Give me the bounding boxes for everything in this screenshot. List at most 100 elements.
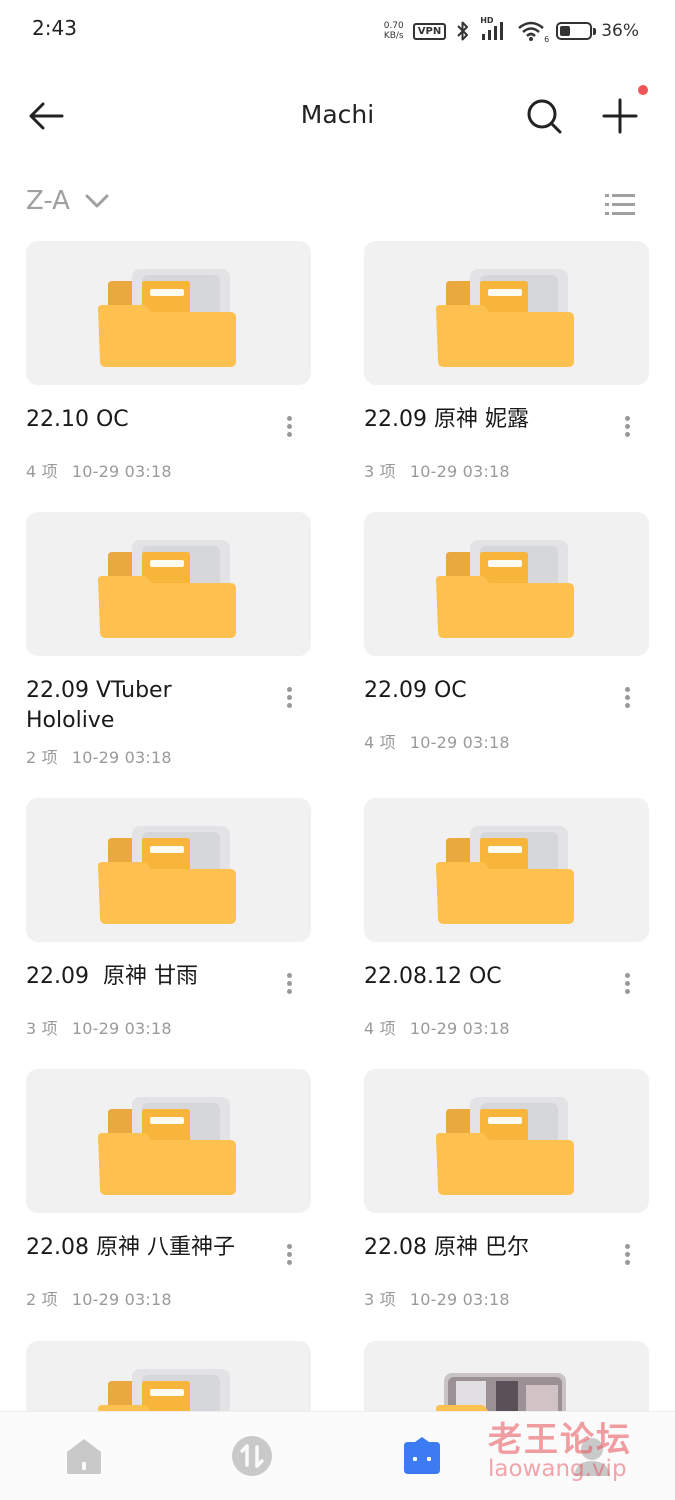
more-vertical-icon — [624, 432, 630, 437]
more-vertical-icon — [624, 424, 630, 429]
add-button[interactable] — [598, 94, 642, 138]
folder-meta: 4 项 10-29 03:18 — [364, 729, 524, 753]
folder-date: 10-29 03:18 — [409, 462, 510, 481]
more-options-button[interactable] — [615, 684, 639, 714]
folder-name: 22.10 OC — [26, 407, 129, 432]
more-vertical-icon — [286, 1244, 292, 1249]
status-time: 2:43 — [32, 16, 77, 40]
folder-item-count: 3 项 — [26, 1019, 58, 1038]
more-vertical-icon — [624, 981, 630, 986]
folder-meta: 2 项 10-29 03:18 — [26, 1286, 186, 1310]
list-view-icon — [605, 194, 635, 215]
more-vertical-icon — [286, 973, 292, 978]
more-options-button[interactable] — [615, 970, 639, 1000]
more-vertical-icon — [286, 695, 292, 700]
folder-icon — [436, 1097, 574, 1195]
folder-card[interactable]: 22.09 VTuber Hololive 2 项 10-29 03:18 — [26, 512, 311, 767]
more-vertical-icon — [286, 416, 292, 421]
folder-thumbnail[interactable] — [364, 798, 649, 942]
more-options-button[interactable] — [277, 684, 301, 714]
wifi-icon: 6 — [517, 20, 550, 44]
folder-thumbnail[interactable] — [26, 241, 311, 385]
nav-files[interactable] — [400, 1434, 444, 1478]
vpn-icon: VPN — [412, 22, 447, 40]
folder-date: 10-29 03:18 — [71, 748, 172, 767]
more-vertical-icon — [624, 1260, 630, 1265]
more-vertical-icon — [624, 989, 630, 994]
plus-icon — [602, 98, 638, 134]
more-vertical-icon — [286, 981, 292, 986]
nav-transfer[interactable] — [230, 1434, 274, 1478]
net-speed: 0.70 KB/s — [384, 21, 404, 41]
more-vertical-icon — [286, 687, 292, 692]
sort-row: Z-A — [0, 182, 675, 226]
folder-item-count: 3 项 — [364, 462, 396, 481]
folder-card[interactable]: 22.09 OC 4 项 10-29 03:18 — [364, 512, 649, 752]
folder-meta: 4 项 10-29 03:18 — [26, 458, 186, 482]
nav-profile[interactable] — [570, 1434, 614, 1478]
folder-date: 10-29 03:18 — [71, 1290, 172, 1309]
nav-home[interactable] — [62, 1434, 106, 1478]
folder-card[interactable]: 22.08 原神 巴尔 3 项 10-29 03:18 — [364, 1069, 649, 1309]
folder-date: 10-29 03:18 — [409, 733, 510, 752]
bluetooth-icon — [457, 21, 469, 41]
wifi-label: 6 — [544, 35, 550, 44]
more-vertical-icon — [624, 703, 630, 708]
home-icon — [67, 1439, 101, 1474]
folder-item-count: 3 项 — [364, 1290, 396, 1309]
folder-thumbnail[interactable] — [26, 1069, 311, 1213]
folder-name: 22.08.12 OC — [364, 964, 502, 989]
more-options-button[interactable] — [277, 970, 301, 1000]
folder-thumbnail[interactable] — [364, 1069, 649, 1213]
search-button[interactable] — [522, 94, 566, 138]
net-speed-value: 0.70 — [383, 21, 404, 31]
folder-card[interactable]: 22.08 原神 八重神子 2 项 10-29 03:18 — [26, 1069, 311, 1309]
transfer-icon — [232, 1436, 272, 1476]
folder-item-count: 4 项 — [364, 733, 396, 752]
folder-item-count: 4 项 — [364, 1019, 396, 1038]
notification-dot — [638, 85, 648, 95]
folder-card[interactable]: 22.10 OC 4 项 10-29 03:18 — [26, 241, 311, 481]
battery-icon — [556, 22, 597, 40]
status-bar: 2:43 0.70 KB/s VPN HD 6 36% — [0, 0, 675, 60]
sort-label: Z-A — [26, 186, 70, 216]
folder-date: 10-29 03:18 — [409, 1290, 510, 1309]
folder-thumbnail[interactable] — [26, 512, 311, 656]
more-options-button[interactable] — [615, 413, 639, 443]
folder-card[interactable]: 22.09 原神 甘雨 3 项 10-29 03:18 — [26, 798, 311, 1038]
folder-icon — [98, 826, 236, 924]
folder-thumbnail[interactable] — [364, 241, 649, 385]
folder-meta: 3 项 10-29 03:18 — [364, 1286, 524, 1310]
folder-name: 22.09 原神 甘雨 — [26, 964, 198, 989]
folder-item-count: 2 项 — [26, 748, 58, 767]
folder-card[interactable]: 22.09 原神 妮露 3 项 10-29 03:18 — [364, 241, 649, 481]
more-options-button[interactable] — [277, 1241, 301, 1271]
folder-name: 22.08 原神 八重神子 — [26, 1235, 235, 1260]
more-vertical-icon — [286, 432, 292, 437]
more-options-button[interactable] — [277, 413, 301, 443]
folder-card[interactable]: 22.08.12 OC 4 项 10-29 03:18 — [364, 798, 649, 1038]
more-vertical-icon — [624, 1244, 630, 1249]
folder-item-count: 4 项 — [26, 462, 58, 481]
folder-thumbnail[interactable] — [26, 798, 311, 942]
files-icon — [404, 1437, 440, 1474]
more-vertical-icon — [286, 1260, 292, 1265]
page-title: Machi — [300, 100, 375, 129]
sort-dropdown[interactable]: Z-A — [26, 186, 110, 216]
folder-name: 22.09 VTuber Hololive — [26, 678, 172, 733]
folder-icon — [436, 269, 574, 367]
bottom-nav — [0, 1411, 675, 1500]
view-toggle-button[interactable] — [604, 190, 636, 220]
folder-meta: 3 项 10-29 03:18 — [364, 458, 524, 482]
more-vertical-icon — [624, 973, 630, 978]
back-button[interactable] — [24, 94, 68, 138]
more-options-button[interactable] — [615, 1241, 639, 1271]
more-vertical-icon — [286, 989, 292, 994]
folder-meta: 3 项 10-29 03:18 — [26, 1015, 186, 1039]
battery-percent: 36% — [601, 21, 639, 41]
folder-icon — [98, 540, 236, 638]
folder-meta: 2 项 10-29 03:18 — [26, 744, 186, 768]
folder-thumbnail[interactable] — [364, 512, 649, 656]
folder-icon — [98, 1097, 236, 1195]
profile-icon — [574, 1438, 610, 1476]
